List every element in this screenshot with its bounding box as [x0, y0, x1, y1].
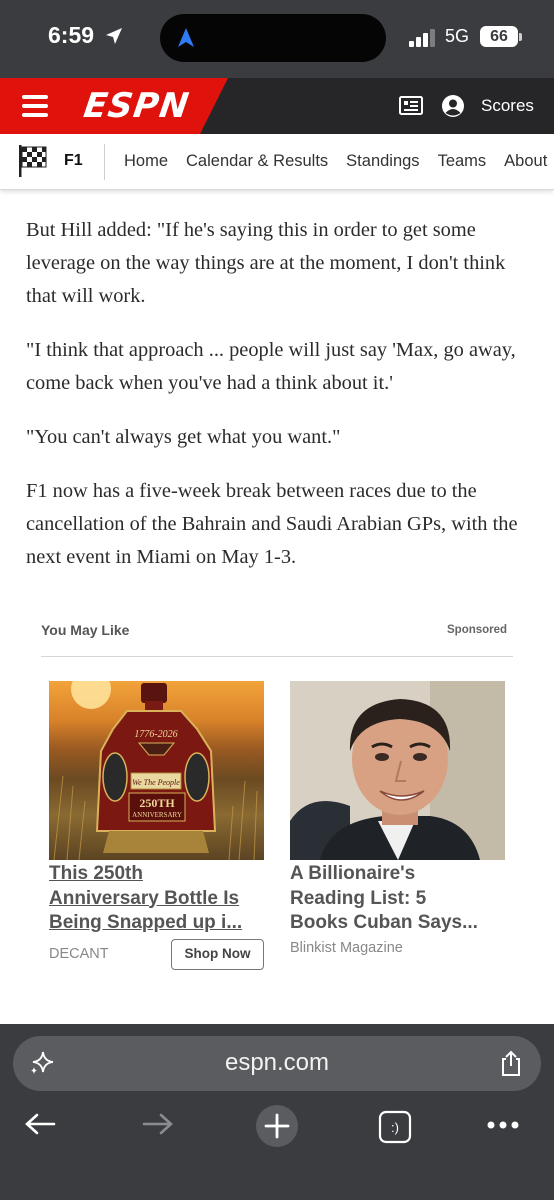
portrait-illustration [290, 681, 505, 860]
cellular-signal-icon [409, 29, 435, 47]
article-paragraph: "I think that approach ... people will j… [26, 339, 516, 394]
subnav-links: Home Calendar & Results Standings Teams Abou… [124, 152, 554, 171]
status-time: 6:59 [48, 22, 95, 48]
browser-toolbar: espn.com :) [0, 1024, 554, 1200]
espn-logo[interactable]: ESPN [81, 86, 192, 126]
bottle-illustration: 1776-2026 We The People 250TH ANNIVERSAR… [53, 681, 258, 860]
you-may-like-heading: You May Like [41, 622, 130, 638]
nav-teams[interactable]: Teams [438, 152, 487, 170]
card-source-blinkist: Blinkist Magazine [290, 940, 403, 956]
navigation-arrow-icon [178, 28, 194, 47]
card-title-line: Being Snapped up i... [49, 912, 243, 933]
card-title-billionaire[interactable]: A Billionaire's Reading List: 5 Books Cu… [290, 862, 512, 936]
checkered-flag-icon [19, 145, 47, 177]
nav-about[interactable]: About [504, 152, 547, 170]
back-arrow-icon[interactable] [24, 1112, 56, 1136]
bottle-250th-text: 250TH [139, 796, 175, 810]
article-body: But Hill added: "If he's saying this in … [26, 214, 531, 595]
bottle-we-the-people-text: We The People [132, 778, 180, 787]
location-arrow-icon [106, 28, 122, 44]
card-title-line: This 250th [49, 863, 143, 884]
user-profile-icon[interactable] [441, 94, 465, 118]
card-title-line: Anniversary Bottle Is [49, 887, 240, 909]
card-title-line: Books Cuban Says... [290, 912, 478, 933]
article-paragraph: But Hill added: "If he's saying this in … [26, 219, 506, 307]
share-icon[interactable] [499, 1049, 523, 1077]
dynamic-island [160, 14, 386, 62]
tabs-icon[interactable]: :) [378, 1110, 412, 1144]
network-type: 5G [445, 26, 470, 46]
f1-subnav: F1 Home Calendar & Results Standings Teams A… [0, 134, 554, 190]
battery-icon: 66 [480, 26, 518, 47]
card-title-bottle[interactable]: This 250th Anniversary Bottle Is Being S… [49, 862, 271, 936]
card-title-line: A Billionaire's [290, 863, 416, 884]
mark-cuban-photo[interactable] [290, 681, 505, 860]
bottle-anniversary-text: ANNIVERSARY [132, 811, 182, 819]
url-text[interactable]: espn.com [13, 1049, 541, 1077]
subnav-divider [104, 144, 105, 180]
section-divider [41, 656, 513, 657]
card-title-line: Reading List: 5 [290, 887, 427, 909]
article-paragraph: F1 now has a five-week break between rac… [26, 480, 518, 568]
address-bar[interactable]: espn.com [13, 1036, 541, 1091]
scores-link[interactable]: Scores [481, 96, 534, 116]
status-bar: 6:59 5G 66 [0, 0, 554, 78]
card-source-decant: DECANT [49, 946, 109, 962]
anniversary-bottle-image[interactable]: 1776-2026 We The People 250TH ANNIVERSAR… [49, 681, 264, 860]
svg-text::): :) [391, 1120, 399, 1135]
more-options-icon[interactable] [486, 1120, 520, 1130]
nav-home[interactable]: Home [124, 152, 168, 170]
news-icon[interactable] [399, 95, 423, 117]
sponsored-label: Sponsored [447, 624, 508, 636]
battery-nub [519, 33, 522, 41]
forward-arrow-icon[interactable] [142, 1112, 174, 1136]
nav-standings[interactable]: Standings [346, 152, 419, 170]
new-tab-icon[interactable] [255, 1104, 299, 1148]
section-title[interactable]: F1 [64, 152, 83, 170]
shop-now-button[interactable]: Shop Now [171, 939, 264, 970]
bottle-years-text: 1776-2026 [134, 729, 177, 740]
menu-icon[interactable] [22, 95, 48, 117]
nav-calendar-results[interactable]: Calendar & Results [186, 152, 328, 170]
espn-header: ESPN Scores [0, 78, 554, 134]
article-paragraph: "You can't always get what you want." [26, 426, 341, 448]
